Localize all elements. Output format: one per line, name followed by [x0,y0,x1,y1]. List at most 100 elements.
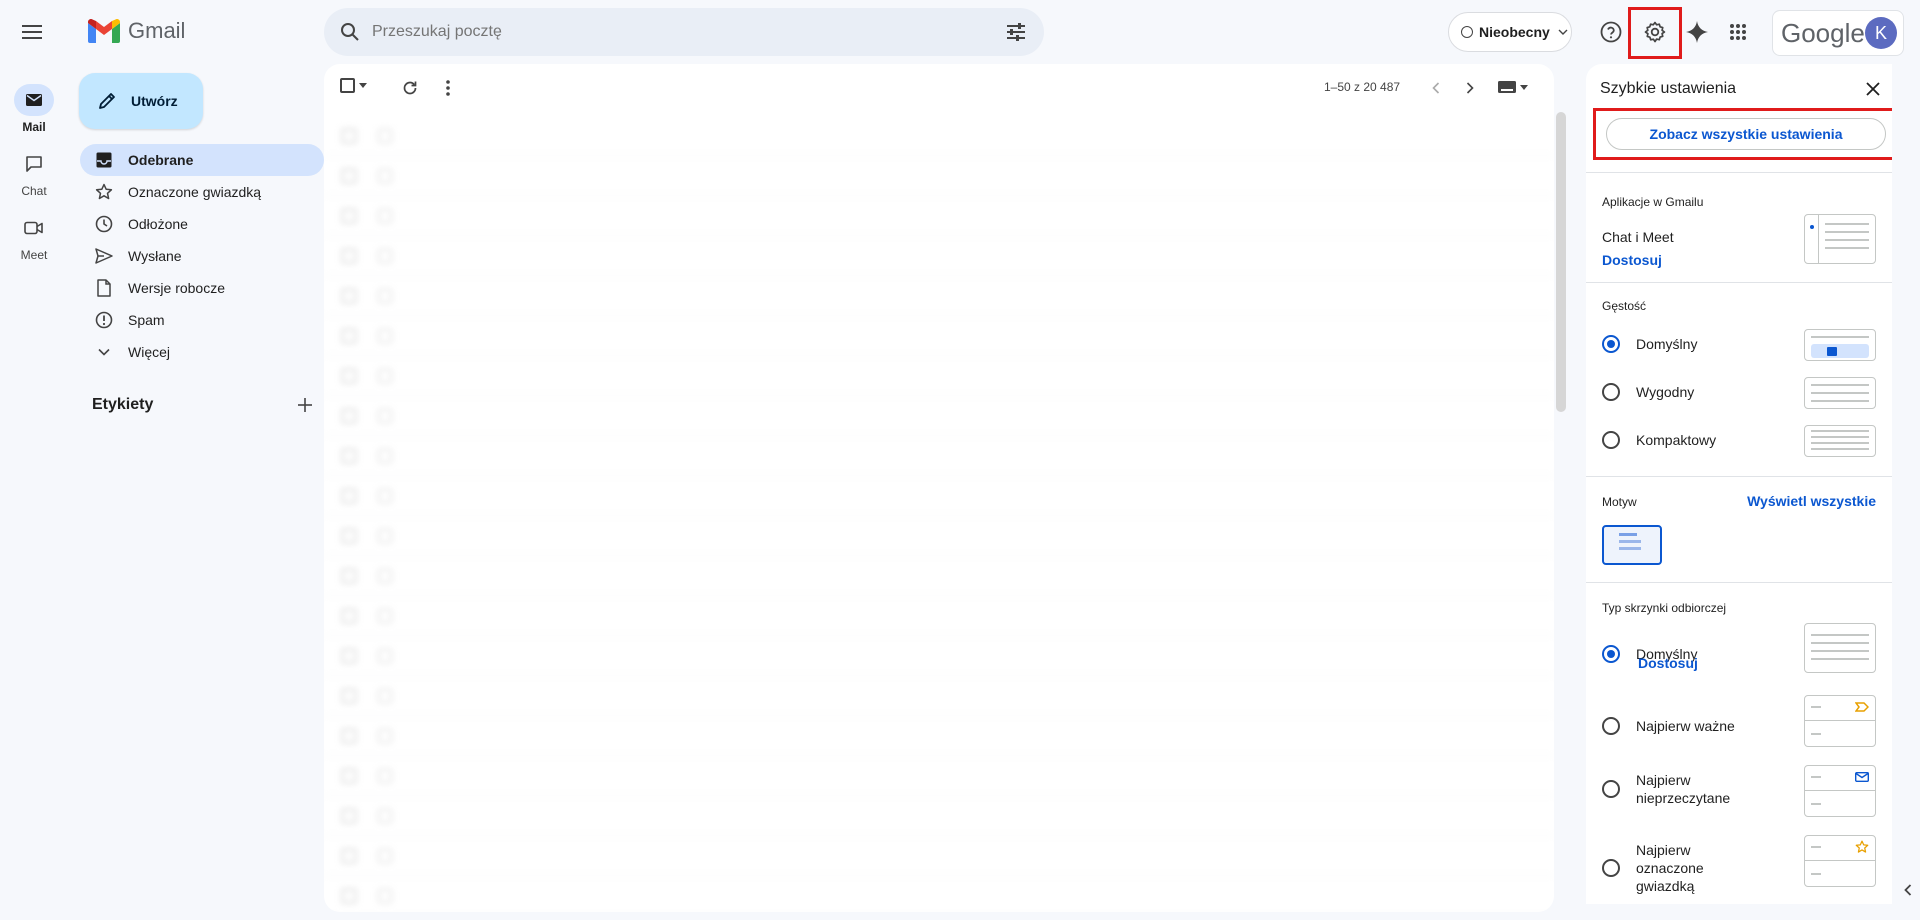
star-icon[interactable] [378,568,392,583]
search-bar[interactable] [324,8,1044,56]
collapse-panel-button[interactable] [1900,882,1916,898]
search-input[interactable] [372,23,1004,41]
row-checkbox[interactable] [342,208,356,223]
sidebar-item-drafts[interactable]: Wersje robocze [80,272,324,304]
row-checkbox[interactable] [342,568,356,583]
main-menu-button[interactable] [16,16,48,48]
table-row[interactable] [324,276,1554,316]
star-icon[interactable] [378,768,392,783]
theme-default-thumbnail[interactable] [1602,525,1662,565]
row-checkbox[interactable] [342,728,356,743]
inbox-option-important-first[interactable]: Najpierw ważne [1602,717,1735,735]
table-row[interactable] [324,476,1554,516]
help-button[interactable] [1595,16,1627,48]
table-row[interactable] [324,676,1554,716]
table-row[interactable] [324,796,1554,836]
table-row[interactable] [324,716,1554,756]
row-checkbox[interactable] [342,888,356,903]
star-icon[interactable] [378,168,392,183]
row-checkbox[interactable] [342,288,356,303]
density-option-compact[interactable]: Kompaktowy [1602,431,1716,449]
rail-item-mail[interactable]: Mail [0,84,68,134]
next-page-button[interactable] [1456,74,1484,102]
add-label-icon[interactable] [298,398,312,412]
row-checkbox[interactable] [342,848,356,863]
table-row[interactable] [324,156,1554,196]
row-checkbox[interactable] [342,528,356,543]
star-icon[interactable] [378,888,392,903]
search-icon[interactable] [338,20,362,44]
compose-button[interactable]: Utwórz [79,73,203,129]
row-checkbox[interactable] [342,408,356,423]
row-checkbox[interactable] [342,328,356,343]
search-options-icon[interactable] [1004,20,1028,44]
table-row[interactable] [324,876,1554,912]
table-row[interactable] [324,596,1554,636]
avatar[interactable]: K [1865,17,1897,49]
input-tools-button[interactable] [1498,81,1528,93]
table-row[interactable] [324,636,1554,676]
sidebar-item-inbox[interactable]: Odebrane [80,144,324,176]
settings-button[interactable] [1639,16,1671,48]
rail-item-meet[interactable]: Meet [0,212,68,262]
inbox-option-unread-first[interactable]: Najpierw nieprzeczytane [1602,771,1746,807]
gemini-button[interactable] [1681,16,1713,48]
row-checkbox[interactable] [342,608,356,623]
star-icon[interactable] [378,848,392,863]
table-row[interactable] [324,756,1554,796]
mail-list-scrollbar[interactable] [1556,112,1566,412]
sidebar-item-snoozed[interactable]: Odłożone [80,208,324,240]
close-icon[interactable] [1866,82,1880,96]
star-icon[interactable] [378,728,392,743]
row-checkbox[interactable] [342,688,356,703]
row-checkbox[interactable] [342,808,356,823]
sidebar-item-sent[interactable]: Wysłane [80,240,324,272]
star-icon[interactable] [378,688,392,703]
inbox-option-starred-first[interactable]: Najpierw oznaczone gwiazdką [1602,841,1746,895]
refresh-button[interactable] [396,74,424,102]
star-icon[interactable] [378,648,392,663]
more-options-button[interactable] [434,74,462,102]
star-icon[interactable] [378,128,392,143]
table-row[interactable] [324,436,1554,476]
star-icon[interactable] [378,248,392,263]
density-option-comfortable[interactable]: Wygodny [1602,383,1694,401]
apps-button[interactable] [1722,16,1754,48]
sidebar-item-more[interactable]: Więcej [80,336,324,368]
apps-customize-link[interactable]: Dostosuj [1602,252,1662,268]
row-checkbox[interactable] [342,128,356,143]
star-icon[interactable] [378,448,392,463]
select-all-checkbox[interactable] [340,78,367,93]
star-icon[interactable] [378,368,392,383]
rail-item-chat[interactable]: Chat [0,148,68,198]
gmail-logo[interactable]: Gmail [88,18,185,44]
table-row[interactable] [324,396,1554,436]
star-icon[interactable] [378,608,392,623]
inbox-customize-link[interactable]: Dostosuj [1638,655,1698,671]
row-checkbox[interactable] [342,488,356,503]
star-icon[interactable] [378,528,392,543]
sidebar-item-spam[interactable]: Spam [80,304,324,336]
table-row[interactable] [324,836,1554,876]
table-row[interactable] [324,516,1554,556]
star-icon[interactable] [378,208,392,223]
table-row[interactable] [324,236,1554,276]
row-checkbox[interactable] [342,168,356,183]
row-checkbox[interactable] [342,448,356,463]
sidebar-item-starred[interactable]: Oznaczone gwiazdką [80,176,324,208]
row-checkbox[interactable] [342,648,356,663]
density-option-default[interactable]: Domyślny [1602,335,1697,353]
row-checkbox[interactable] [342,248,356,263]
see-all-settings-button[interactable]: Zobacz wszystkie ustawienia [1606,118,1886,150]
table-row[interactable] [324,316,1554,356]
previous-page-button[interactable] [1422,74,1450,102]
star-icon[interactable] [378,288,392,303]
account-switcher[interactable]: Google K [1772,10,1904,56]
status-dropdown[interactable]: Nieobecny [1448,12,1572,52]
row-checkbox[interactable] [342,768,356,783]
star-icon[interactable] [378,808,392,823]
row-checkbox[interactable] [342,368,356,383]
table-row[interactable] [324,556,1554,596]
star-icon[interactable] [378,488,392,503]
star-icon[interactable] [378,408,392,423]
